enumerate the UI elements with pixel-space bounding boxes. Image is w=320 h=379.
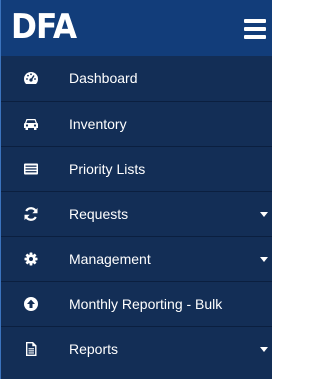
sidebar-item-label: Monthly Reporting - Bulk xyxy=(69,296,223,312)
sidebar-item-management[interactable]: Management xyxy=(1,236,272,281)
sidebar-item-label: Priority Lists xyxy=(69,161,146,177)
sidebar-item-reports[interactable]: Reports xyxy=(1,326,272,371)
sidebar-item-inventory[interactable]: Inventory xyxy=(1,101,272,146)
car-icon xyxy=(23,116,39,132)
gear-icon xyxy=(23,251,39,267)
arrow-circle-up-icon xyxy=(23,296,39,312)
sidebar-item-label: Reports xyxy=(69,341,119,357)
sidebar-menu: Dashboard Inventory Priority Lists Reque… xyxy=(1,56,272,371)
list-alt-icon xyxy=(23,161,39,177)
file-text-icon xyxy=(23,341,39,357)
sidebar-item-label: Dashboard xyxy=(69,70,138,86)
sidebar-item-priority-lists[interactable]: Priority Lists xyxy=(1,146,272,191)
sidebar-item-requests[interactable]: Requests xyxy=(1,191,272,236)
caret-down-icon xyxy=(260,212,268,217)
dashboard-gauge-icon xyxy=(23,70,39,86)
sidebar-item-label: Inventory xyxy=(69,116,127,132)
sidebar-item-label: Requests xyxy=(69,206,129,222)
caret-down-icon xyxy=(260,347,268,352)
sidebar: DFA Dashboard Inventory Priority Lists R… xyxy=(0,0,272,379)
hamburger-menu-icon[interactable] xyxy=(244,19,266,39)
sidebar-item-label: Management xyxy=(69,251,151,267)
caret-down-icon xyxy=(260,257,268,262)
brand-logo[interactable]: DFA xyxy=(11,6,77,48)
sidebar-header: DFA xyxy=(1,0,272,56)
sidebar-item-monthly-reporting-bulk[interactable]: Monthly Reporting - Bulk xyxy=(1,281,272,326)
refresh-icon xyxy=(23,206,39,222)
sidebar-item-dashboard[interactable]: Dashboard xyxy=(1,56,272,101)
